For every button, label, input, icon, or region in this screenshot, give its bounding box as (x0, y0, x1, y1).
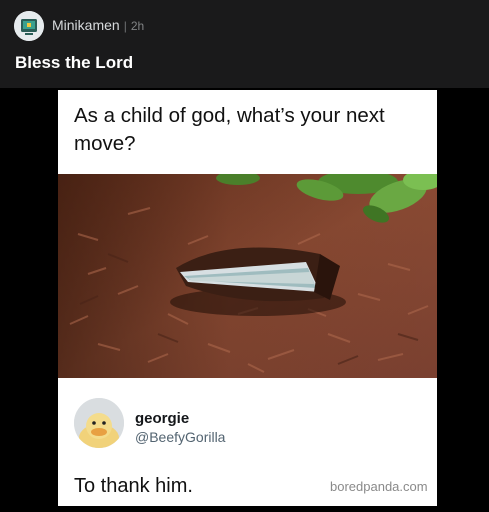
post-time: 2h (130, 19, 145, 33)
tweet-card: georgie @BeefyGorilla To thank him. bore… (58, 378, 437, 506)
author-line: Minikamen | 2h (52, 17, 144, 33)
separator: | (123, 19, 127, 33)
post-header: Minikamen | 2h Bless the Lord (0, 0, 489, 88)
meme-caption: As a child of god, what’s your next move… (74, 104, 385, 155)
meme-image[interactable]: As a child of god, what’s your next move… (58, 90, 437, 506)
wallet-on-mulch-illustration (58, 174, 437, 378)
duck-avatar-icon (74, 398, 124, 448)
author-avatar[interactable] (14, 11, 44, 41)
tweet-handle: @BeefyGorilla (135, 429, 226, 445)
tweet-display-name: georgie (135, 410, 190, 427)
tweet-text: To thank him. (74, 475, 193, 497)
wallet-photo (58, 174, 437, 378)
author-name[interactable]: Minikamen (52, 17, 120, 33)
avatar-icon (14, 11, 44, 41)
post-title[interactable]: Bless the Lord (15, 53, 133, 73)
source-watermark: boredpanda.com (330, 479, 428, 494)
tweet-avatar[interactable] (74, 398, 124, 448)
